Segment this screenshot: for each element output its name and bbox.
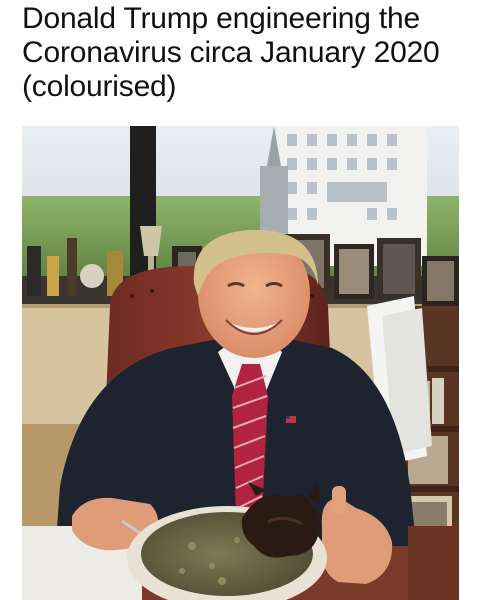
meme-caption: Donald Trump engineering the Coronavirus… (22, 2, 440, 103)
meme-photo (22, 126, 459, 600)
